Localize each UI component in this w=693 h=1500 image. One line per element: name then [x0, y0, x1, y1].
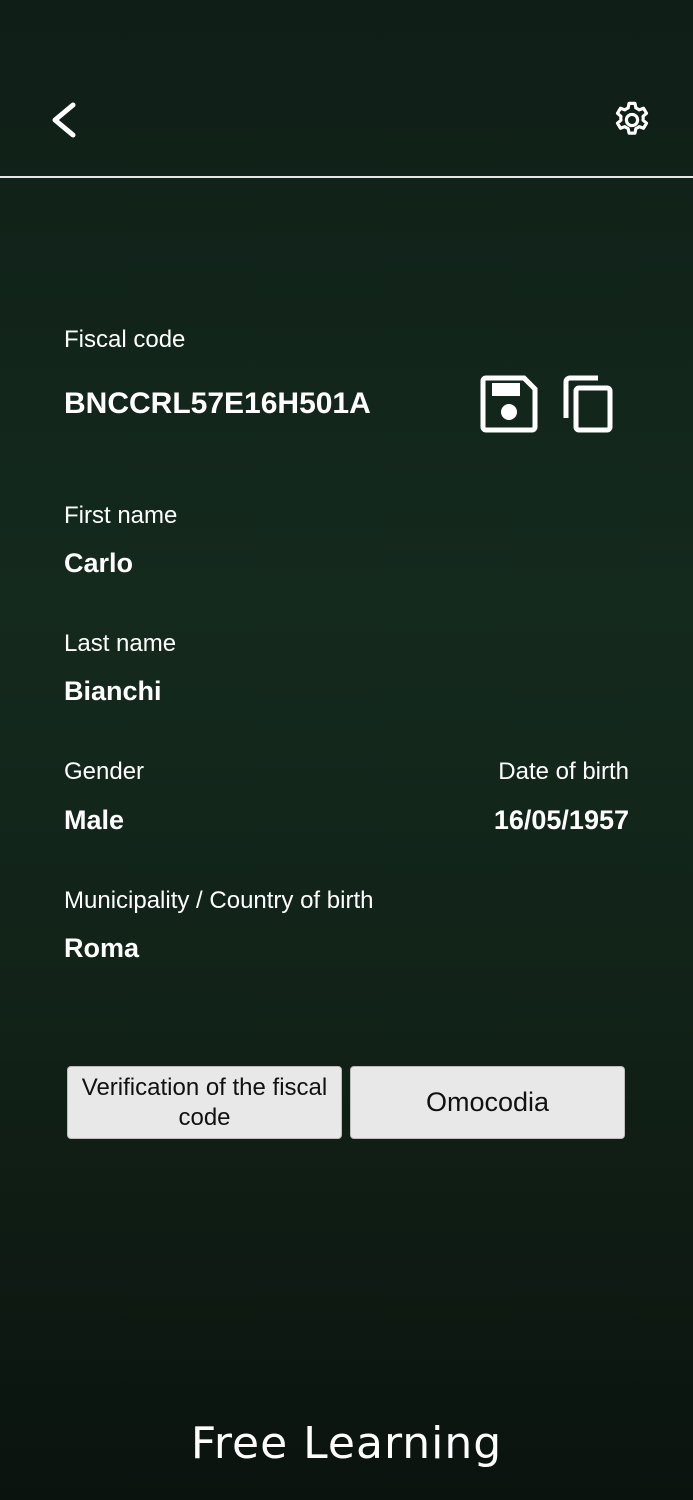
gender-value: Male: [64, 805, 125, 835]
save-button[interactable]: [478, 374, 540, 434]
fiscal-code-label: Fiscal code: [64, 326, 186, 353]
birthplace-value: Roma: [64, 933, 140, 963]
fiscal-code-value: BNCCRL57E16H501A: [64, 387, 371, 420]
back-button[interactable]: [40, 95, 84, 145]
top-bar: [0, 0, 693, 178]
verify-fiscal-code-button[interactable]: Verification of the fiscal code: [67, 1066, 342, 1139]
settings-button[interactable]: [606, 94, 658, 146]
floppy-disk-icon: [480, 375, 538, 433]
birthplace-label: Municipality / Country of birth: [64, 887, 374, 914]
date-of-birth-value: 16/05/1957: [493, 805, 629, 835]
copy-icon: [563, 375, 613, 433]
first-name-value: Carlo: [64, 548, 134, 578]
header-divider: [0, 176, 693, 178]
brand-logo: Free Learning: [190, 1418, 503, 1469]
last-name-value: Bianchi: [64, 676, 162, 706]
gear-icon: [615, 101, 649, 135]
copy-button[interactable]: [558, 372, 618, 436]
gender-label: Gender: [64, 758, 145, 785]
omocodia-button[interactable]: Omocodia: [350, 1066, 625, 1139]
date-of-birth-label: Date of birth: [498, 758, 629, 785]
chevron-left-icon: [52, 102, 76, 138]
first-name-label: First name: [64, 502, 178, 529]
last-name-label: Last name: [64, 630, 177, 657]
